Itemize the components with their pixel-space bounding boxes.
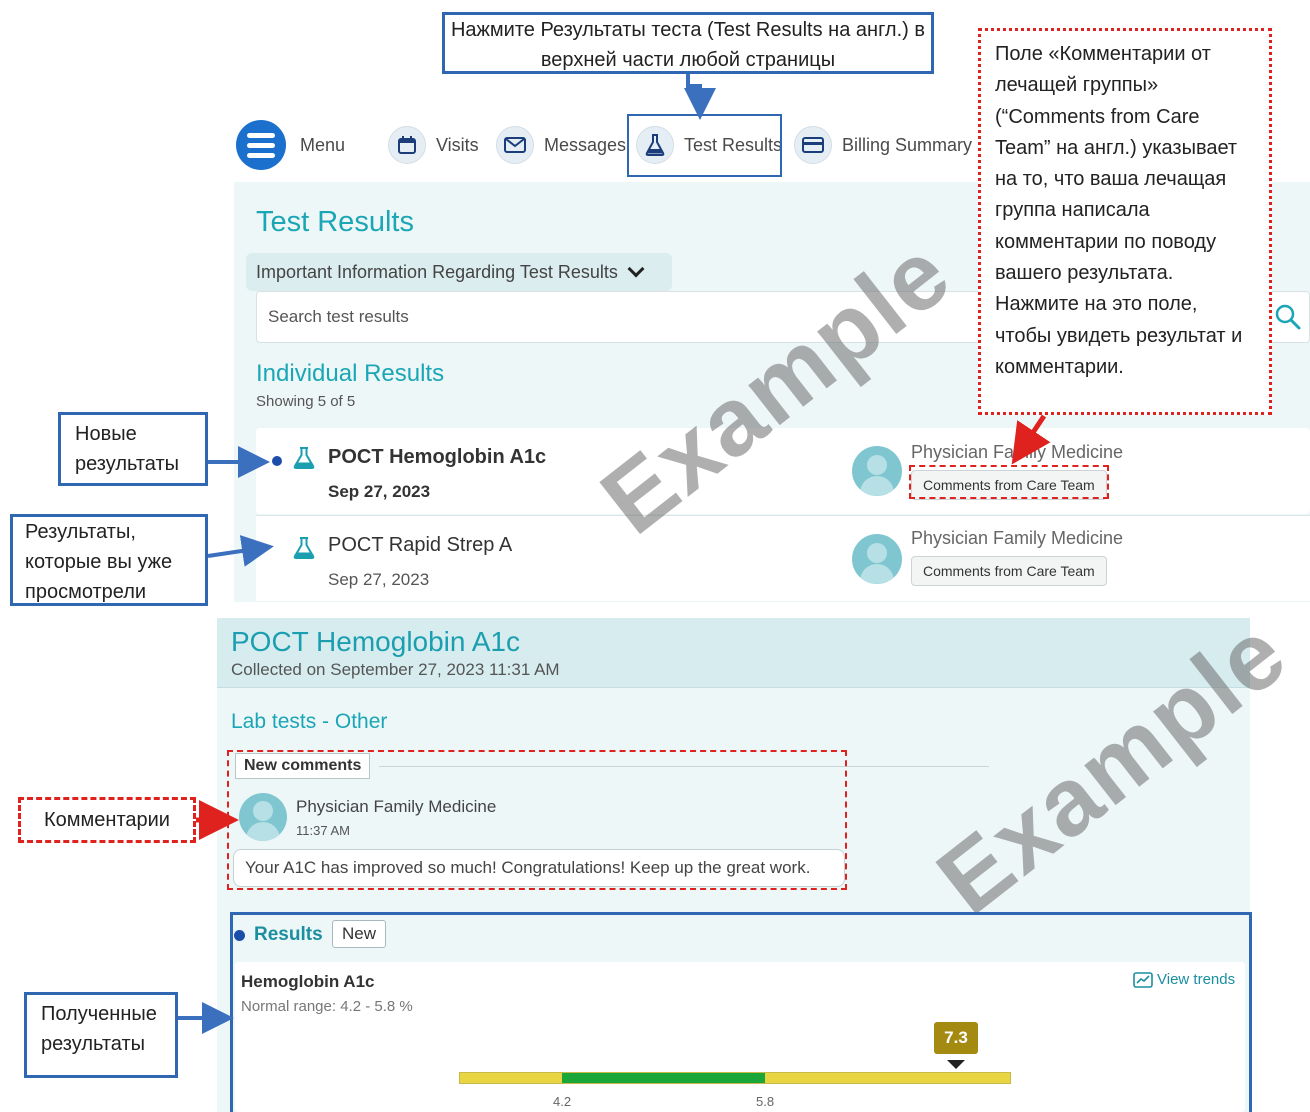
arrow-to-test-results — [684, 74, 716, 120]
arrow-to-comments-button — [1011, 414, 1051, 465]
arrow-to-viewed-results — [207, 535, 274, 567]
annotation-arrows — [178, 74, 1051, 1034]
